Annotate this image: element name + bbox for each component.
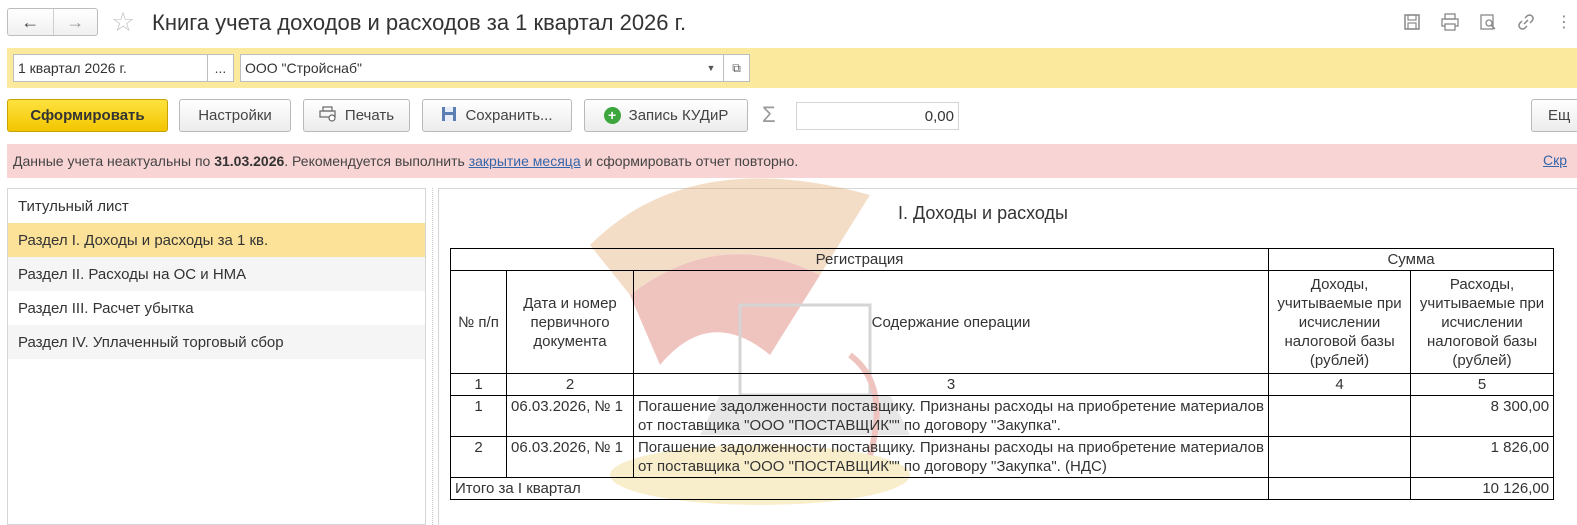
period-field[interactable]: 1 квартал 2026 г. ...	[13, 54, 234, 82]
column-number: 5	[1410, 373, 1555, 396]
row-expense[interactable]: 1 826,00	[1410, 436, 1555, 478]
row-date[interactable]: 06.03.2026, № 1	[506, 395, 634, 437]
period-select-button[interactable]: ...	[207, 55, 233, 81]
panel-splitter[interactable]	[432, 188, 434, 525]
row-income	[1268, 436, 1412, 478]
settings-label: Настройки	[198, 107, 272, 124]
parameters-bar: 1 квартал 2026 г. ... ООО "Стройснаб" ▼ …	[7, 48, 1577, 88]
print-gear-icon	[319, 105, 337, 126]
row-content[interactable]: Погашение задолженности поставщику. Приз…	[632, 436, 1270, 478]
date-doc-header: Дата и номер первичного документа	[506, 270, 634, 374]
save-label: Сохранить...	[465, 107, 553, 124]
income-header: Доходы, учитываемые при исчислении налог…	[1268, 270, 1412, 374]
total-expense[interactable]: 10 126,00	[1410, 477, 1555, 500]
period-value[interactable]: 1 квартал 2026 г.	[14, 55, 207, 81]
sections-sidebar: Титульный лист Раздел I. Доходы и расход…	[7, 188, 426, 525]
column-number: 1	[450, 373, 507, 396]
title-actions: ⋮	[1399, 10, 1577, 34]
save-disk-icon[interactable]	[1399, 10, 1425, 34]
plus-icon: +	[603, 107, 621, 124]
save-button[interactable]: Сохранить...	[422, 99, 572, 132]
month-close-link[interactable]: закрытие месяца	[469, 153, 581, 169]
sum-field: 0,00	[796, 102, 959, 130]
sigma-icon: Σ	[762, 102, 776, 127]
printer-icon[interactable]	[1437, 10, 1463, 34]
row-num: 2	[450, 436, 507, 478]
sidebar-item-section-4[interactable]: Раздел IV. Уплаченный торговый сбор	[8, 325, 425, 359]
num-header: № п/п	[450, 270, 507, 374]
column-number-row: 1 2 3 4 5	[450, 373, 1555, 396]
content-header: Содержание операции	[632, 270, 1270, 374]
warning-text-after: и сформировать отчет повторно.	[580, 153, 799, 169]
sidebar-item-section-2[interactable]: Раздел II. Расходы на ОС и НМА	[8, 257, 425, 291]
open-form-icon[interactable]: ⧉	[723, 55, 749, 81]
sidebar-item-section-1[interactable]: Раздел I. Доходы и расходы за 1 кв.	[8, 223, 425, 257]
total-label: Итого за I квартал	[449, 477, 1270, 500]
row-expense[interactable]: 8 300,00	[1410, 395, 1555, 437]
kudir-table: Регистрация Сумма № п/п Дата и номер пер…	[449, 248, 1555, 500]
warning-text-middle: . Рекомендуется выполнить	[284, 153, 469, 169]
sidebar-item-title-page[interactable]: Титульный лист	[8, 189, 425, 223]
registration-header: Регистрация	[449, 248, 1270, 271]
expense-header: Расходы, учитываемые при исчислении нало…	[1410, 270, 1555, 374]
floppy-icon	[441, 106, 457, 126]
warning-date: 31.03.2026	[214, 153, 285, 169]
column-number: 2	[506, 373, 634, 396]
total-income	[1268, 477, 1412, 500]
dropdown-arrow-icon[interactable]: ▼	[699, 55, 723, 81]
organization-field[interactable]: ООО "Стройснаб" ▼ ⧉	[240, 54, 750, 82]
print-button[interactable]: Печать	[303, 99, 410, 132]
row-income	[1268, 395, 1412, 437]
forward-arrow-icon[interactable]: →	[52, 9, 98, 35]
link-icon[interactable]	[1513, 10, 1539, 34]
more-button[interactable]: Ещ	[1531, 99, 1577, 132]
organization-value[interactable]: ООО "Стройснаб"	[241, 55, 699, 81]
column-number: 4	[1268, 373, 1412, 396]
row-num: 1	[450, 395, 507, 437]
hide-warning-link[interactable]: Скр	[1543, 152, 1567, 168]
row-date[interactable]: 06.03.2026, № 1	[506, 436, 634, 478]
page-title: Книга учета доходов и расходов за 1 квар…	[152, 10, 687, 35]
favorite-star-icon[interactable]: ☆	[111, 7, 135, 37]
record-kudir-label: Запись КУДиР	[628, 107, 729, 124]
settings-button[interactable]: Настройки	[179, 99, 291, 132]
header-row-2: № п/п Дата и номер первичного документа …	[450, 270, 1555, 374]
table-row[interactable]: 2 06.03.2026, № 1 Погашение задолженност…	[450, 436, 1555, 478]
row-content[interactable]: Погашение задолженности поставщику. Приз…	[632, 395, 1270, 437]
title-bar: ← → ☆ Книга учета доходов и расходов за …	[0, 0, 1577, 46]
warning-text-before: Данные учета неактуальны по	[13, 153, 215, 169]
table-row[interactable]: 1 06.03.2026, № 1 Погашение задолженност…	[450, 395, 1555, 437]
back-arrow-icon[interactable]: ←	[8, 9, 53, 35]
total-row: Итого за I квартал 10 126,00	[449, 477, 1555, 500]
sum-header: Сумма	[1268, 248, 1555, 271]
generate-button[interactable]: Сформировать	[7, 99, 168, 132]
preview-icon[interactable]	[1475, 10, 1501, 34]
sidebar-item-section-3[interactable]: Раздел III. Расчет убытка	[8, 291, 425, 325]
report-title: I. Доходы и расходы	[898, 203, 1068, 223]
record-kudir-button[interactable]: + Запись КУДиР	[584, 99, 748, 132]
header-row-1: Регистрация Сумма	[449, 248, 1555, 271]
more-vertical-icon[interactable]: ⋮	[1551, 10, 1577, 34]
print-label: Печать	[344, 107, 395, 124]
generate-label: Сформировать	[30, 107, 145, 124]
nav-buttons: ← →	[7, 8, 98, 36]
warning-bar: Данные учета неактуальны по 31.03.2026. …	[7, 144, 1577, 178]
column-number: 3	[632, 373, 1270, 396]
